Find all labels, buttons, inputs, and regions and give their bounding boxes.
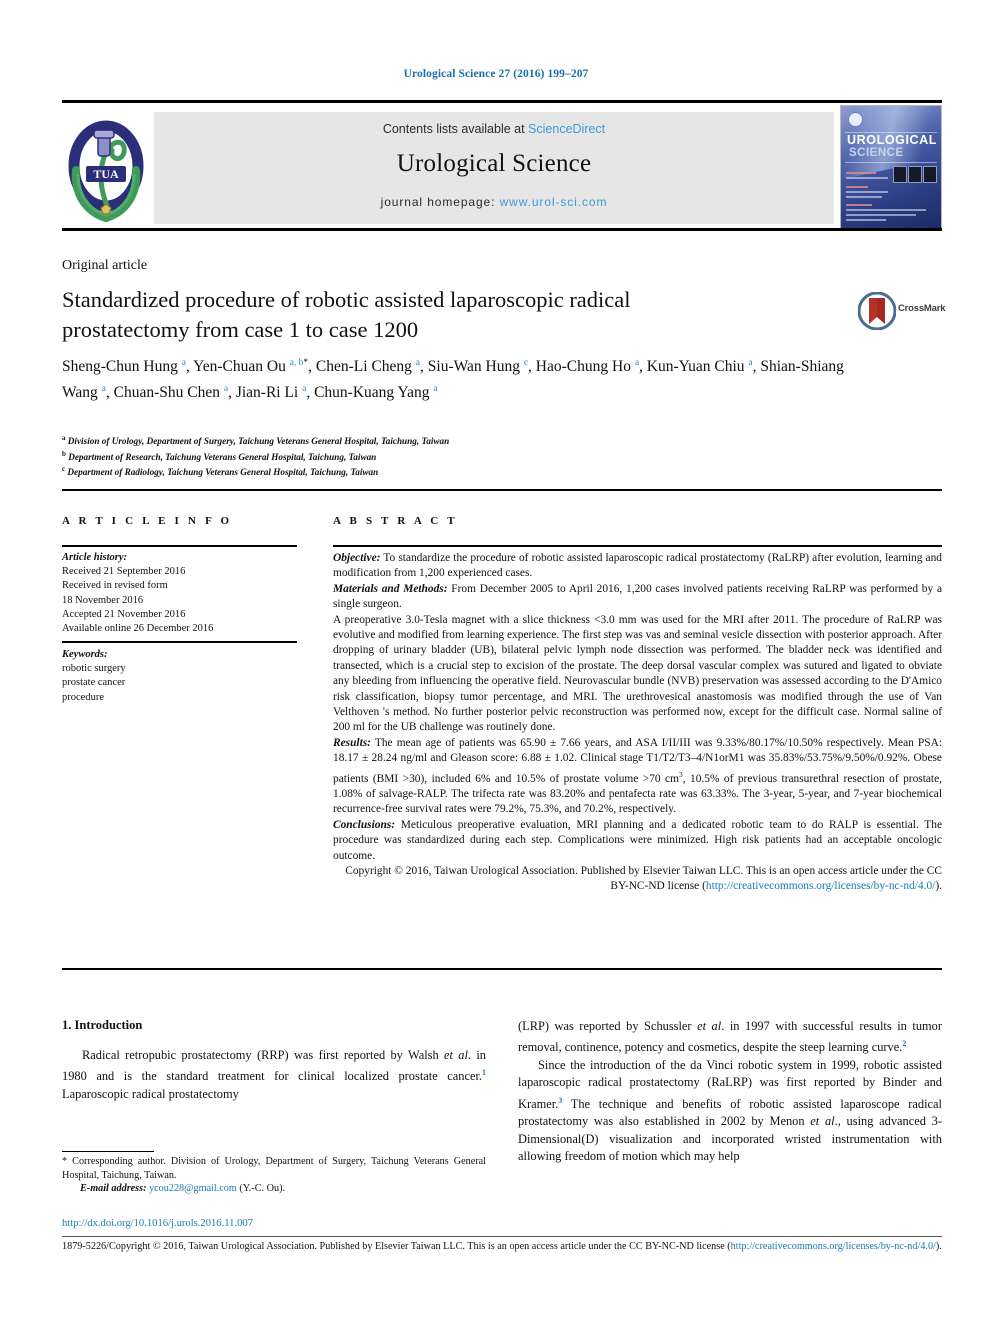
page-title: Standardized procedure of robotic assist… [62,287,631,342]
corresponding-author-footnote: * Corresponding author. Division of Urol… [62,1155,486,1196]
abstract-results: Results: The mean age of patients was 65… [333,736,942,818]
cc-license-link[interactable]: http://creativecommons.org/licenses/by-n… [706,880,935,892]
keyword-item: procedure [62,691,104,703]
history-line: Available online 26 December 2016 [62,623,214,635]
doi-link[interactable]: http://dx.doi.org/10.1016/j.urols.2016.1… [62,1218,253,1229]
cover-rule-1 [845,132,937,133]
cover-mri-images [893,166,937,183]
abstract-body: Objective: To standardize the procedure … [333,551,942,895]
corresponding-author-text: * Corresponding author. Division of Urol… [62,1156,486,1181]
history-line: Accepted 21 November 2016 [62,608,186,620]
keywords-block: Keywords: robotic surgery prostate cance… [62,648,302,705]
cover-title-line2: SCIENCE [849,147,904,159]
footer-copyright-tail: ). [935,1241,942,1252]
paper-page: Urological Science 27 (2016) 199–207 TUA… [0,0,992,1323]
cover-seal-icon [848,112,863,127]
abstract-bottom-rule [62,968,942,970]
cover-text-line-8 [846,214,916,216]
footer-copyright-text: 1879-5226/Copyright © 2016, Taiwan Urolo… [62,1241,731,1252]
keyword-item: robotic surgery [62,663,126,675]
cover-rule-2 [845,162,937,163]
intro-paragraph-right-2: Since the introduction of the da Vinci r… [518,1057,942,1164]
keyword-item: prostate cancer [62,677,126,689]
cover-text-line-1 [846,172,876,174]
objective-label: Objective: [333,552,381,564]
homepage-url-link[interactable]: www.urol-sci.com [500,195,608,209]
intro-paragraph-left: Radical retropubic prostatectomy (RRP) w… [62,1048,486,1101]
cover-text-line-2 [846,177,888,179]
body-column-left: 1. Introduction Radical retropubic prost… [62,1018,486,1103]
sciencedirect-link[interactable]: ScienceDirect [528,122,605,136]
contents-prefix: Contents lists available at [382,122,529,136]
affiliation-item: c Department of Radiology, Taichung Vete… [62,465,379,478]
cover-text-line-5 [846,196,882,198]
materials-label: Materials and Methods: [333,582,448,595]
body-column-right: (LRP) was reported by Schussler et al. i… [518,1018,942,1166]
footnote-rule [62,1151,154,1152]
email-link[interactable]: ycou228@gmail.com [149,1183,237,1194]
conclusions-text: Meticulous preoperative evaluation, MRI … [333,818,942,862]
running-head: Urological Science 27 (2016) 199–207 [403,68,589,80]
cover-text-line-7 [846,209,926,211]
contents-line: Contents lists available at ScienceDirec… [154,112,834,136]
cover-text-line-3 [846,186,868,188]
objective-text: To standardize the procedure of robotic … [333,552,942,580]
info-rule-right [333,545,942,547]
journal-masthead: TUA Contents lists available at ScienceD… [62,100,942,231]
results-label: Results: [333,736,371,749]
affiliation-item: b Department of Research, Taichung Veter… [62,449,377,462]
article-history-label: Article history: [62,552,128,563]
cover-text-line-9 [846,219,886,221]
abstract-copyright: Copyright © 2016, Taiwan Urological Asso… [333,864,942,895]
conclusions-label: Conclusions: [333,818,396,831]
masthead-bottom-rule [62,228,942,231]
keywords-label: Keywords: [62,649,108,660]
cover-text-line-6 [846,204,872,206]
footer-rule [62,1236,942,1237]
introduction-heading: 1. Introduction [62,1018,143,1032]
cover-title-line1: UROLOGICAL [847,133,938,147]
affiliation-list: a Division of Urology, Department of Sur… [62,432,862,479]
abstract-header: A B S T R A C T [333,515,458,527]
crossmark-label: CrossMark [898,303,946,314]
footer-cc-license-link[interactable]: http://creativecommons.org/licenses/by-n… [731,1241,936,1252]
footer-copyright: 1879-5226/Copyright © 2016, Taiwan Urolo… [62,1240,942,1253]
masthead-top-rule [62,100,942,103]
cover-text-line-4 [846,191,888,193]
article-info-header: A R T I C L E I N F O [62,515,233,527]
intro-paragraph-right-1: (LRP) was reported by Schussler et al. i… [518,1019,942,1055]
abstract-methods-detail: A preoperative 3.0-Tesla magnet with a s… [333,613,942,734]
affiliation-item: a Division of Urology, Department of Sur… [62,434,450,447]
article-history: Article history: Received 21 September 2… [62,551,302,636]
crossmark-icon [858,292,896,330]
author-list: Sheng-Chun Hung a, Yen-Chuan Ou a, b*, C… [62,358,844,402]
abstract-materials: Materials and Methods: From December 200… [333,582,942,613]
journal-homepage-line: journal homepage: www.urol-sci.com [154,178,834,209]
history-line: Received 21 September 2016 [62,566,186,578]
abstract-conclusions: Conclusions: Meticulous preoperative eva… [333,818,942,864]
crossmark-badge[interactable]: CrossMark [858,290,946,334]
history-line: Received in revised form [62,580,168,592]
article-type-label: Original article [62,258,148,273]
abstract-objective: Objective: To standardize the procedure … [333,551,942,582]
email-line: E-mail address: ycou228@gmail.com (Y.-C.… [62,1182,486,1196]
email-suffix: (Y.-C. Ou). [236,1183,286,1195]
email-label: E-mail address: [80,1183,147,1195]
masthead-box: Contents lists available at ScienceDirec… [154,112,834,224]
affiliation-rule [62,489,942,491]
info-rule-left [62,545,297,547]
tua-logo: TUA [68,120,144,223]
svg-text:TUA: TUA [93,167,119,181]
journal-title: Urological Science [396,150,592,177]
homepage-prefix: journal homepage: [380,195,500,209]
copyright-tail: ). [935,880,942,893]
history-rule [62,641,297,643]
journal-cover-thumbnail: UROLOGICAL SCIENCE [840,105,942,229]
history-line: 18 November 2016 [62,594,144,606]
